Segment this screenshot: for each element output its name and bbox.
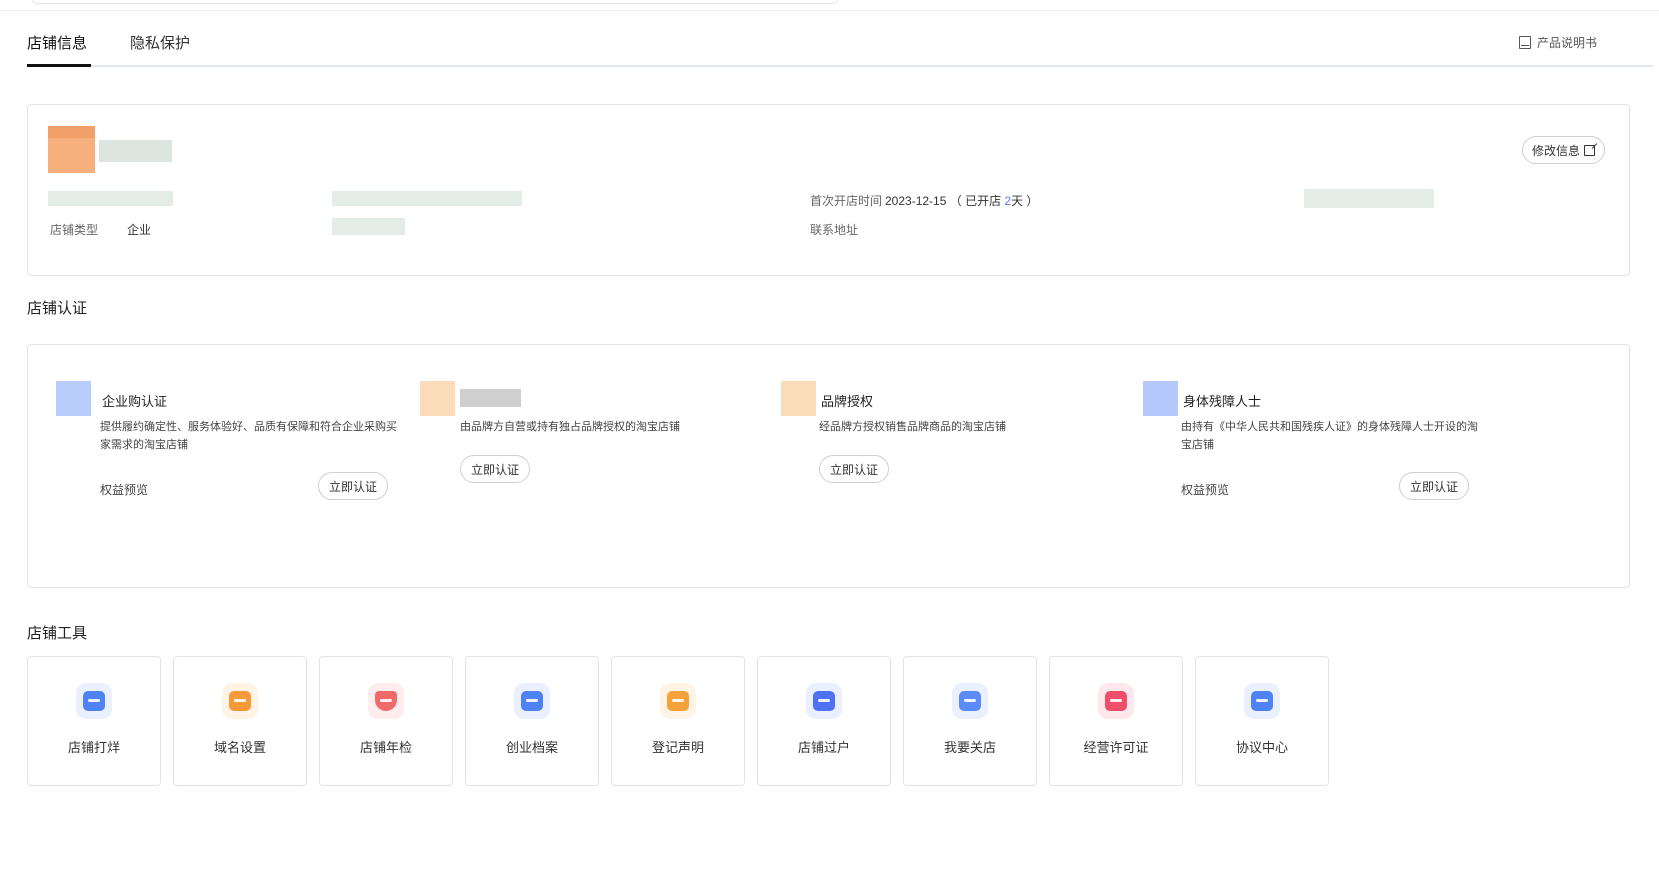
- tool-agreement-center[interactable]: 协议中心: [1195, 656, 1329, 786]
- product-manual-link[interactable]: 产品说明书: [1518, 34, 1597, 51]
- edit-info-label: 修改信息: [1531, 143, 1580, 158]
- cert-name: 企业购认证: [102, 394, 168, 409]
- enterprise-cert-icon: [56, 381, 91, 416]
- cert-name: 身体残障人士: [1183, 394, 1262, 409]
- tool-label: 店铺过户: [797, 740, 850, 755]
- tab-divider: [91, 65, 1653, 67]
- inspection-shield-icon: [368, 683, 404, 719]
- external-link-icon: [1584, 144, 1595, 156]
- shop-url-redacted: [332, 191, 522, 206]
- shop-info-card: 店铺类型 企业 首次开店时间 2023-12-15 （ 已开店 2天 ） 联系地…: [27, 104, 1630, 276]
- brand-owner-cert-icon: [420, 381, 455, 416]
- open-prefix: （ 已开店: [949, 194, 1005, 208]
- tool-label: 经营许可证: [1083, 740, 1149, 755]
- tool-label: 店铺打烊: [67, 740, 120, 755]
- shop-field-redacted: [332, 218, 405, 235]
- cert-desc: 提供履约确定性、服务体验好、品质有保障和符合企业采购买家需求的淘宝店铺: [100, 421, 397, 451]
- open-time-value: 2023-12-15 （ 已开店 2天 ）: [885, 192, 1038, 209]
- book-icon: [1518, 36, 1531, 49]
- open-date: 2023-12-15: [885, 194, 947, 208]
- tool-shop-transfer[interactable]: 店铺过户: [757, 656, 891, 786]
- tab-shop-info[interactable]: 店铺信息: [27, 32, 87, 53]
- tool-label: 域名设置: [213, 740, 266, 755]
- tool-domain-settings[interactable]: 域名设置: [173, 656, 307, 786]
- certify-now-button[interactable]: 立即认证: [460, 455, 531, 483]
- register-icon: [660, 683, 696, 719]
- cert-name: 品牌授权: [821, 394, 874, 409]
- address-label: 联系地址: [810, 223, 859, 237]
- cert-desc: 由品牌方自营或持有独占品牌授权的淘宝店铺: [460, 421, 680, 433]
- top-search-bar[interactable]: [30, 0, 840, 4]
- archive-icon: [514, 683, 550, 719]
- cert-name-redacted: [460, 389, 521, 407]
- shop-id-redacted: [48, 191, 173, 206]
- domain-icon: [222, 683, 258, 719]
- benefit-preview-link[interactable]: 权益预览: [1181, 481, 1229, 498]
- store-close-icon: [76, 683, 112, 719]
- edit-info-button[interactable]: 修改信息: [1521, 136, 1605, 164]
- certify-now-button[interactable]: 立即认证: [1399, 472, 1470, 500]
- cert-desc: 由持有《中华人民共和国残疾人证》的身体残障人士开设的淘宝店铺: [1181, 421, 1478, 451]
- benefit-preview-link[interactable]: 权益预览: [100, 481, 148, 498]
- tool-label: 我要关店: [943, 740, 996, 755]
- contact-address-redacted: [1304, 189, 1434, 208]
- tool-startup-archive[interactable]: 创业档案: [465, 656, 599, 786]
- cert-desc: 经品牌方授权销售品牌商品的淘宝店铺: [819, 421, 1006, 433]
- shop-avatar: [48, 126, 95, 173]
- shop-name-redacted: [99, 140, 172, 162]
- shop-type-label: 店铺类型: [50, 223, 99, 237]
- open-time-label: 首次开店时间: [810, 194, 883, 208]
- disabled-cert-icon: [1143, 381, 1178, 416]
- tool-label: 创业档案: [505, 740, 558, 755]
- tool-shop-close[interactable]: 店铺打烊: [27, 656, 161, 786]
- shop-type-value: 企业: [127, 223, 152, 237]
- tool-business-license[interactable]: 经营许可证: [1049, 656, 1183, 786]
- open-suffix: 天 ）: [1011, 194, 1039, 208]
- transfer-icon: [806, 683, 842, 719]
- tool-close-shop[interactable]: 我要关店: [903, 656, 1037, 786]
- top-divider: [0, 10, 1659, 11]
- agreement-icon: [1244, 683, 1280, 719]
- tool-annual-inspection[interactable]: 店铺年检: [319, 656, 453, 786]
- product-manual-label: 产品说明书: [1536, 36, 1597, 50]
- certify-now-button[interactable]: 立即认证: [819, 455, 890, 483]
- tool-label: 店铺年检: [359, 740, 412, 755]
- tab-bar: 店铺信息 隐私保护 产品说明书: [27, 28, 1653, 68]
- tool-label: 协议中心: [1235, 740, 1288, 755]
- tools-section-title: 店铺工具: [27, 625, 88, 642]
- license-icon: [1098, 683, 1134, 719]
- tool-registration-statement[interactable]: 登记声明: [611, 656, 745, 786]
- brand-auth-cert-icon: [781, 381, 816, 416]
- certify-now-button[interactable]: 立即认证: [318, 472, 389, 500]
- active-tab-indicator: [27, 64, 91, 67]
- tool-label: 登记声明: [651, 740, 704, 755]
- tab-privacy[interactable]: 隐私保护: [130, 32, 190, 53]
- cert-section-title: 店铺认证: [27, 300, 88, 317]
- cert-card: 企业购认证 提供履约确定性、服务体验好、品质有保障和符合企业采购买家需求的淘宝店…: [27, 344, 1630, 588]
- close-shop-icon: [952, 683, 988, 719]
